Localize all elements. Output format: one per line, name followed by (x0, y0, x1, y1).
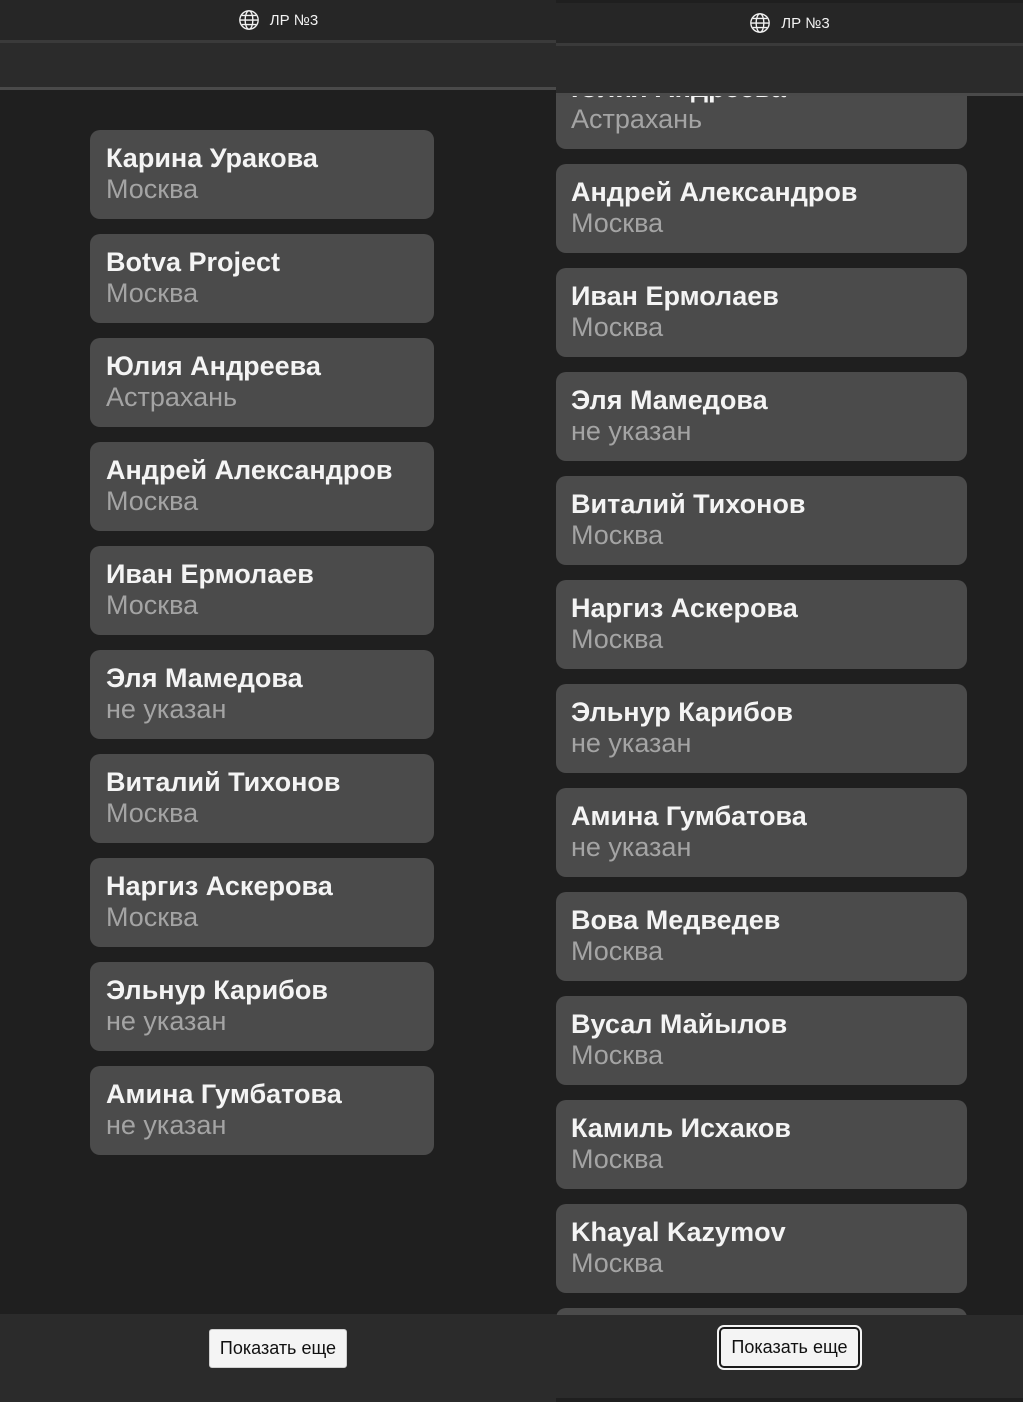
user-name: Эльнур Карибов (571, 697, 793, 727)
user-name: Вова Медведев (571, 905, 781, 935)
user-city: Москва (571, 624, 664, 654)
user-card[interactable]: Андрей Александров Москва (90, 442, 434, 531)
user-city: не указан (106, 694, 227, 724)
toolbar (556, 46, 1023, 96)
user-city: Москва (571, 520, 664, 550)
globe-icon (238, 10, 259, 30)
user-card[interactable]: Эля Мамедова не указан (90, 650, 434, 739)
show-more-button[interactable]: Показать еще (208, 1328, 348, 1368)
user-name: Наргиз Аскерова (571, 593, 798, 623)
user-city: Москва (571, 936, 664, 966)
user-name: Юлия Андреева (106, 351, 321, 381)
user-name: Амина Гумбатова (571, 801, 807, 831)
right-window: ЛР №3 Юлия АндрееваАстрахань Андрей Алекс… (556, 3, 1023, 1398)
user-name: Иван Ермолаев (106, 559, 314, 589)
app-screenshot-pair: ЛР №3 Карина Уракова Москва Botva Project М… (0, 0, 1023, 1402)
user-city: Москва (571, 208, 664, 238)
user-name: Эля Мамедова (106, 663, 303, 693)
user-card[interactable]: Эля Мамедова не указан (556, 372, 967, 461)
user-name: Карина Уракова (106, 143, 318, 173)
window-title: ЛР №3 (781, 14, 830, 32)
user-card[interactable]: Виталий Тихонов Москва (90, 754, 434, 843)
user-card[interactable]: Карина Уракова Москва (90, 130, 434, 219)
window-title: ЛР №3 (269, 11, 319, 29)
user-card[interactable]: Вусал Майылов Москва (556, 996, 967, 1085)
user-city: не указан (106, 1006, 227, 1036)
user-name: Эля Мамедова (571, 385, 768, 415)
user-name: Андрей Александров (106, 455, 393, 485)
user-name: Эльнур Карибов (106, 975, 328, 1005)
user-name: Андрей Александров (571, 177, 858, 207)
user-name: Амина Гумбатова (106, 1079, 342, 1109)
user-city: не указан (571, 416, 692, 446)
user-city: Москва (106, 590, 199, 620)
user-city: Москва (571, 1144, 664, 1174)
globe-icon (750, 13, 771, 33)
user-name: Вусал Майылов (571, 1009, 788, 1039)
user-city: Москва (106, 278, 199, 308)
left-window: ЛР №3 Карина Уракова Москва Botva Project М… (0, 0, 556, 1402)
user-card[interactable]: Камиль Исхаков Москва (556, 1100, 967, 1189)
user-city: не указан (106, 1110, 227, 1140)
user-name: Виталий Тихонов (571, 489, 806, 519)
user-city: Москва (571, 312, 664, 342)
user-city: Астрахань (106, 382, 238, 412)
user-card[interactable]: Botva Project Москва (90, 234, 434, 323)
user-card[interactable]: Эльнур Карибов не указан (556, 684, 967, 773)
user-card[interactable]: Виталий Тихонов Москва (556, 476, 967, 565)
user-city: Москва (571, 1040, 664, 1070)
user-city: Москва (571, 1248, 664, 1278)
toolbar (0, 43, 556, 90)
user-card[interactable]: Амина Гумбатова не указан (556, 788, 967, 877)
user-name: Юлия Андреева (571, 96, 951, 104)
footer: Показать еще (0, 1314, 556, 1402)
user-card[interactable]: Khayal Kazymov Москва (556, 1204, 967, 1293)
window-title-bar: ЛР №3 (556, 3, 1023, 46)
user-list: Карина Уракова Москва Botva Project Москва Ю… (90, 130, 434, 1170)
user-name: Иван Ермолаев (571, 281, 779, 311)
scroll-viewport[interactable]: Юлия АндрееваАстрахань Андрей Александров… (556, 96, 1023, 1315)
user-card[interactable]: Юлия АндрееваАстрахань (556, 96, 967, 149)
user-card[interactable]: Андрей Александров Москва (556, 164, 967, 253)
user-name: Botva Project (106, 247, 281, 277)
user-city: не указан (571, 832, 692, 862)
user-card[interactable]: Амина Гумбатова не указан (90, 1066, 434, 1155)
user-city: Москва (106, 174, 199, 204)
user-card[interactable]: Наргиз Аскерова Москва (90, 858, 434, 947)
window-title-bar: ЛР №3 (0, 0, 556, 43)
user-card[interactable]: Иван Ермолаев Москва (90, 546, 434, 635)
user-city: Москва (106, 798, 199, 828)
footer: Показать еще (556, 1315, 1023, 1398)
show-more-button[interactable]: Показать еще (717, 1325, 862, 1370)
user-card[interactable]: Иван Ермолаев Москва (556, 268, 967, 357)
user-name: Khayal Kazymov (571, 1217, 786, 1247)
user-city: не указан (571, 728, 692, 758)
user-city: Москва (106, 486, 199, 516)
user-city: Москва (106, 902, 199, 932)
user-card[interactable]: Вова Медведев Москва (556, 892, 967, 981)
user-card[interactable]: Эльнур Карибов не указан (90, 962, 434, 1051)
user-name: Камиль Исхаков (571, 1113, 791, 1143)
user-card[interactable]: Наргиз Аскерова Москва (556, 580, 967, 669)
user-card[interactable] (556, 1308, 967, 1315)
user-city: Астрахань (571, 104, 703, 134)
user-name: Наргиз Аскерова (106, 871, 333, 901)
user-list: Юлия АндрееваАстрахань Андрей Александров… (556, 96, 967, 1315)
user-name: Виталий Тихонов (106, 767, 341, 797)
user-card[interactable]: Юлия АндрееваАстрахань (90, 338, 434, 427)
